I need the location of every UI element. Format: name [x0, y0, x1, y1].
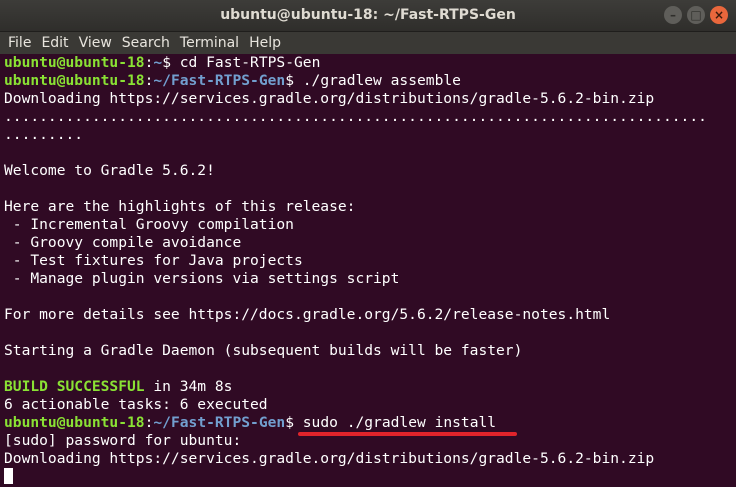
close-button[interactable]: ×	[710, 6, 728, 24]
terminal-output[interactable]: ubuntu@ubuntu-18:~$ cd Fast-RTPS-Gen ubun…	[0, 54, 726, 487]
output-line: 6 actionable tasks: 6 executed	[4, 396, 268, 413]
output-line: ........................................…	[4, 108, 707, 125]
menu-search[interactable]: Search	[118, 35, 174, 51]
output-line: .........	[4, 126, 84, 143]
menu-file[interactable]: File	[4, 35, 35, 51]
output-line: - Manage plugin versions via settings sc…	[4, 270, 400, 287]
prompt-path: ~/Fast-RTPS-Gen	[153, 72, 286, 89]
output-line: For more details see https://docs.gradle…	[4, 306, 611, 323]
output-line: BUILD SUCCESSFUL in 34m 8s	[4, 378, 726, 396]
output-line: Downloading https://services.gradle.org/…	[4, 450, 655, 467]
command-text: sudo ./gradlew install	[293, 414, 497, 431]
output-line: Welcome to Gradle 5.6.2!	[4, 162, 215, 179]
title-bar[interactable]: ubuntu@ubuntu-18: ~/Fast-RTPS-Gen – □ ×	[0, 0, 736, 32]
output-line: - Test fixtures for Java projects	[4, 252, 303, 269]
maximize-button[interactable]: □	[687, 6, 705, 24]
cursor-line	[4, 468, 726, 486]
menu-help[interactable]: Help	[245, 35, 285, 51]
output-line: - Incremental Groovy compilation	[4, 216, 294, 233]
terminal-scrollbar[interactable]	[726, 54, 736, 487]
terminal-window: ubuntu@ubuntu-18: ~/Fast-RTPS-Gen – □ × …	[0, 0, 736, 487]
output-line: Downloading https://services.gradle.org/…	[4, 90, 655, 107]
prompt-user: ubuntu@ubuntu-18	[4, 72, 145, 89]
menu-edit[interactable]: Edit	[37, 35, 72, 51]
prompt-line: ubuntu@ubuntu-18:~/Fast-RTPS-Gen$ sudo .…	[4, 414, 497, 431]
command-text: cd Fast-RTPS-Gen	[170, 54, 321, 71]
menu-terminal[interactable]: Terminal	[176, 35, 243, 51]
prompt-path: ~/Fast-RTPS-Gen	[153, 414, 286, 431]
prompt-user: ubuntu@ubuntu-18	[4, 414, 145, 431]
window-title: ubuntu@ubuntu-18: ~/Fast-RTPS-Gen	[220, 7, 516, 23]
build-status: BUILD SUCCESSFUL	[4, 378, 145, 395]
menu-view[interactable]: View	[75, 35, 116, 51]
window-controls: – □ ×	[664, 6, 728, 24]
output-line: Here are the highlights of this release:	[4, 198, 356, 215]
red-underline-annotation	[298, 432, 517, 436]
text-cursor	[4, 468, 13, 484]
prompt-user: ubuntu@ubuntu-18	[4, 54, 145, 71]
output-line: - Groovy compile avoidance	[4, 234, 242, 251]
prompt-line: ubuntu@ubuntu-18:~/Fast-RTPS-Gen$ ./grad…	[4, 72, 461, 89]
build-duration: in 34m 8s	[144, 378, 233, 395]
output-line: Starting a Gradle Daemon (subsequent bui…	[4, 342, 523, 359]
command-text: ./gradlew assemble	[293, 72, 461, 89]
prompt-path: ~	[153, 54, 163, 71]
menu-bar: File Edit View Search Terminal Help	[0, 32, 736, 54]
prompt-line: ubuntu@ubuntu-18:~$ cd Fast-RTPS-Gen	[4, 54, 321, 71]
minimize-button[interactable]: –	[664, 6, 682, 24]
